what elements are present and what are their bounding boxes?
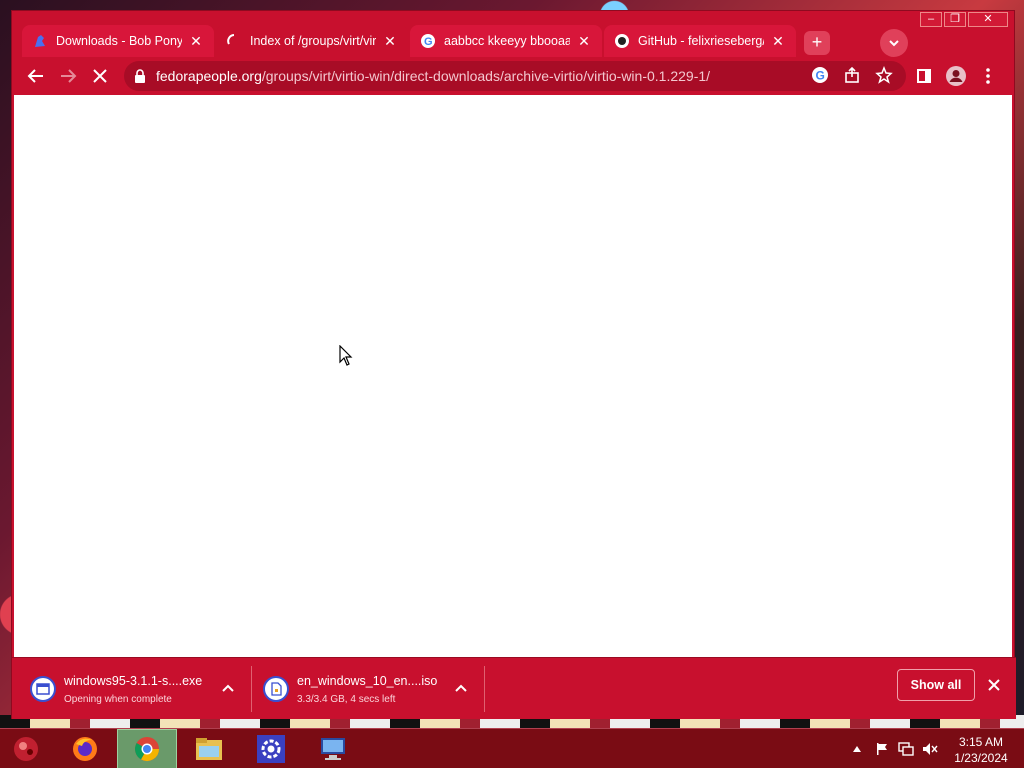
tab-strip: Downloads - Bob Pony ✕ Index of /groups/… [12,23,1016,57]
tab-close-icon[interactable]: ✕ [576,33,592,50]
address-bar[interactable]: fedorapeople.org/groups/virt/virtio-win/… [124,61,906,91]
download-filename: windows95-3.1.1-s....exe [64,673,203,688]
mouse-cursor-icon [339,345,353,366]
action-center-button[interactable] [872,729,892,768]
taskbar: 3:15 AM 1/23/2024 [0,728,1024,768]
bob-pony-icon [32,33,48,49]
share-icon [845,66,859,83]
flag-icon [877,743,887,755]
taskbar-clock[interactable]: 3:15 AM 1/23/2024 [946,734,1016,766]
download-item[interactable]: windows95-3.1.1-s....exe Opening when co… [30,658,230,720]
firefox-icon [73,737,97,761]
share-button[interactable] [838,61,866,89]
tab-title: aabbcc kkeeyy bbooaarrdd [444,34,570,48]
close-icon [93,69,107,83]
browser-window: – ❐ ✕ Downloads - Bob Pony ✕ Index of /g… [11,10,1016,719]
start-button[interactable] [0,729,52,768]
download-status: 3.3/3.4 GB, 4 secs left [297,693,396,705]
taskbar-chrome[interactable] [117,729,177,768]
tab-downloads-bob-pony[interactable]: Downloads - Bob Pony ✕ [22,25,214,57]
volume-muted-icon [923,743,938,755]
url-path: /groups/virt/virtio-win/direct-downloads… [261,68,711,84]
clock-date: 1/23/2024 [954,751,1008,765]
volume-button[interactable] [920,729,940,768]
back-arrow-icon [27,69,43,83]
chevron-down-icon [889,40,899,47]
side-panel-button[interactable] [910,62,938,90]
chevron-up-icon [455,684,467,692]
avatar-icon [946,66,966,86]
show-all-downloads-button[interactable]: Show all [897,669,975,701]
close-icon [988,679,1000,691]
tab-github[interactable]: GitHub - felixrieseberg/windows95 ✕ [604,25,796,57]
installer-icon [30,676,56,702]
loading-spinner-icon [226,33,242,49]
back-button[interactable] [22,62,50,90]
google-icon: G [420,33,436,49]
tab-google-search[interactable]: G aabbcc kkeeyy bbooaarrdd ✕ [410,25,602,57]
tab-search-button[interactable] [880,29,908,57]
new-tab-button[interactable]: + [804,31,830,55]
download-options-button[interactable] [218,678,238,698]
google-icon: G [812,67,828,83]
chrome-icon [134,737,159,762]
download-shelf: windows95-3.1.1-s....exe Opening when co… [12,657,1016,719]
disc-image-icon [263,676,289,702]
stop-loading-button[interactable] [86,62,114,90]
download-item[interactable]: en_windows_10_en....iso 3.3/3.4 GB, 4 se… [263,658,463,720]
svg-text:G: G [424,36,433,48]
chevron-up-icon [853,746,861,752]
lock-icon [134,68,148,84]
browser-toolbar: fedorapeople.org/groups/virt/virtio-win/… [12,59,1016,93]
file-explorer-icon [196,738,222,760]
settings-icon [257,735,285,763]
side-panel-icon [917,69,931,83]
remote-desktop-icon [321,738,345,760]
kebab-menu-icon [986,68,990,84]
taskbar-remote-desktop[interactable] [303,729,363,768]
tab-close-icon[interactable]: ✕ [188,33,204,50]
taskbar-file-explorer[interactable] [179,729,239,768]
star-icon [875,66,893,84]
menu-button[interactable] [974,62,1002,90]
page-content[interactable] [14,95,1012,657]
close-download-shelf-button[interactable] [984,675,1004,695]
taskbar-firefox[interactable] [55,729,115,768]
google-lens-button[interactable]: G [806,61,834,89]
download-separator [484,666,485,712]
tab-close-icon[interactable]: ✕ [382,33,398,50]
clock-time: 3:15 AM [958,735,1004,749]
bookmark-button[interactable] [870,61,898,89]
start-orb-icon [14,737,38,761]
download-filename: en_windows_10_en....iso [297,673,438,688]
tab-title: Downloads - Bob Pony [56,34,182,48]
github-icon [614,33,630,49]
tab-title: Index of /groups/virt/virtio-win/direct-… [250,34,376,48]
download-separator [251,666,252,712]
download-status: Opening when complete [64,693,172,705]
download-options-button[interactable] [451,678,471,698]
url-host: fedorapeople.org [156,68,262,84]
tab-index-virtio[interactable]: Index of /groups/virt/virtio-win/direct-… [216,25,408,57]
show-hidden-icons-button[interactable] [850,729,864,768]
forward-button[interactable] [54,62,82,90]
svg-text:G: G [816,69,825,83]
profile-button[interactable] [942,62,970,90]
tab-close-icon[interactable]: ✕ [770,33,786,50]
network-button[interactable] [896,729,916,768]
network-icon [898,742,914,756]
forward-arrow-icon [61,69,77,83]
tab-title: GitHub - felixrieseberg/windows95 [638,34,764,48]
chevron-up-icon [222,684,234,692]
taskbar-settings[interactable] [241,729,301,768]
